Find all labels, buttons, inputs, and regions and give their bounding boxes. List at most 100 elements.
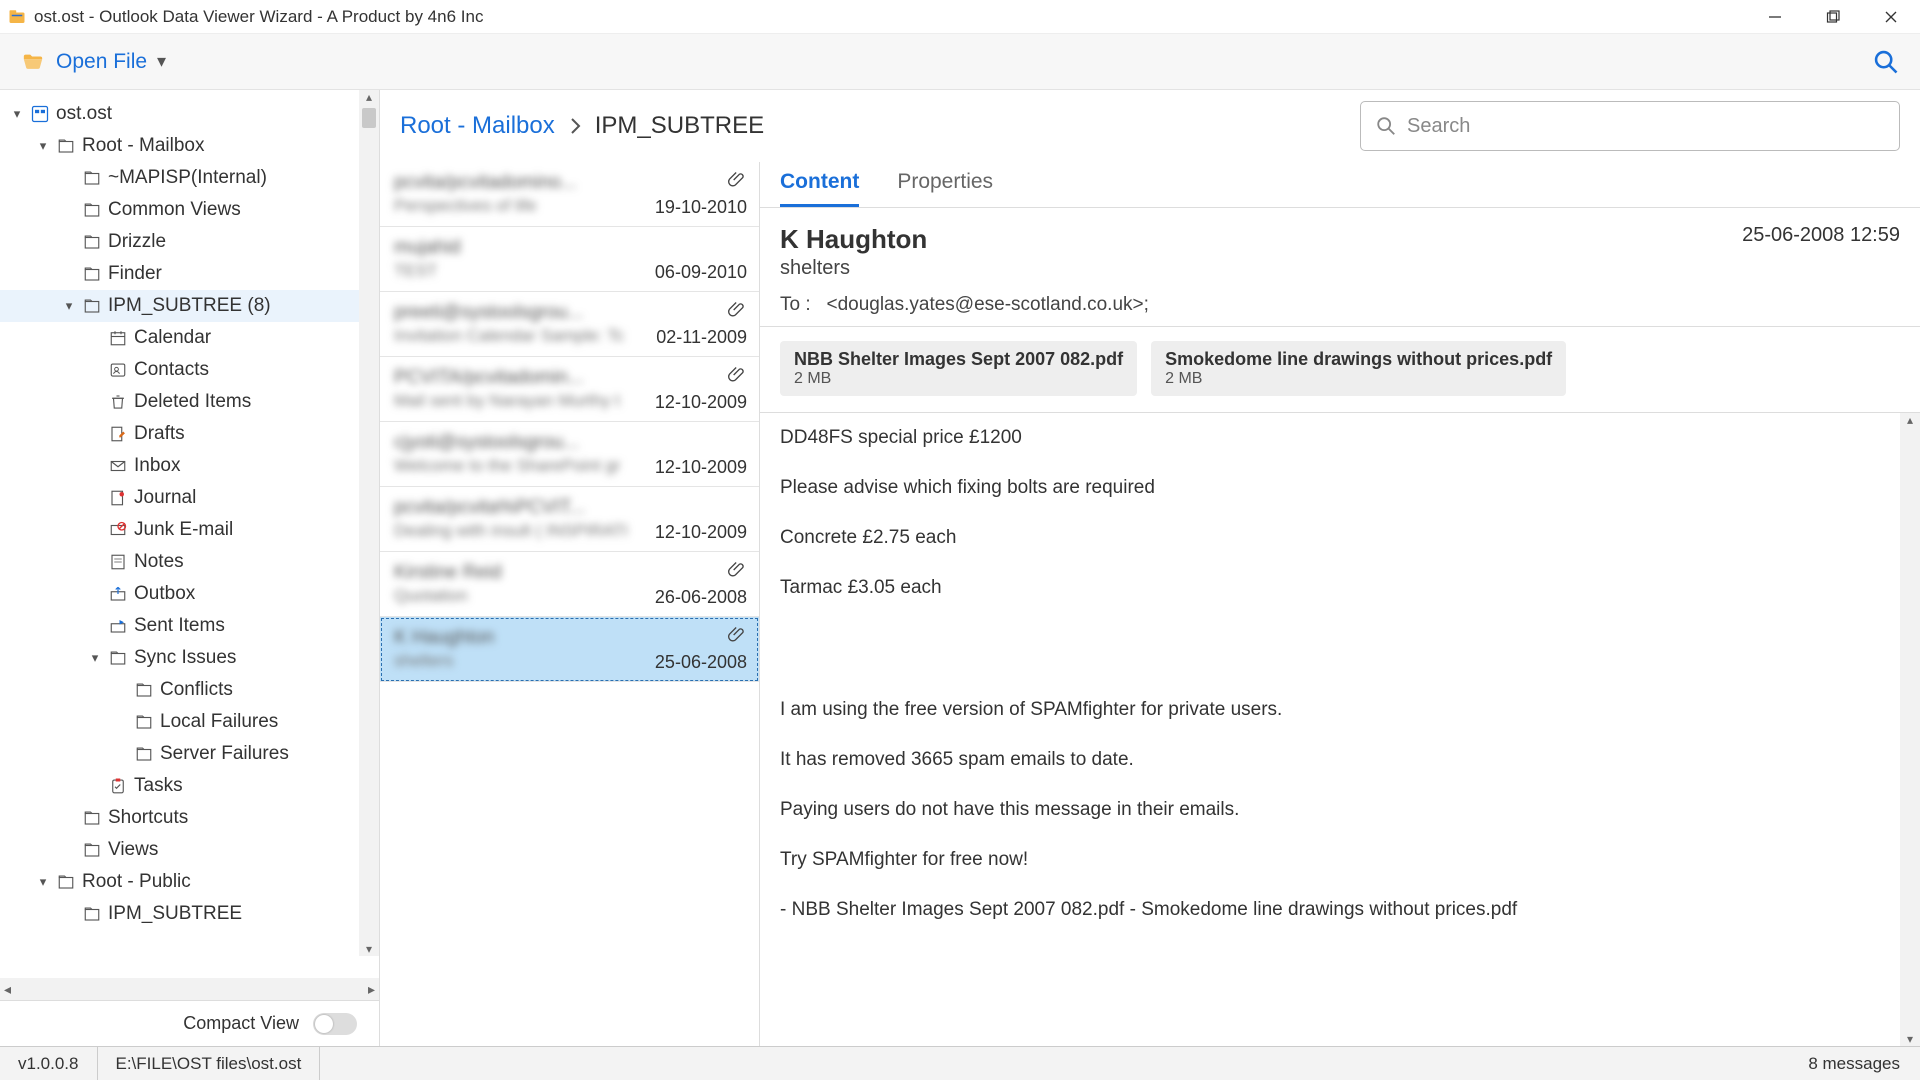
toolbar: Open File ▾ bbox=[0, 34, 1920, 90]
body-line: Try SPAMfighter for free now! bbox=[780, 849, 1900, 871]
tree-server-failures[interactable]: Server Failures bbox=[0, 738, 379, 770]
message-date: 02-11-2009 bbox=[656, 327, 747, 348]
tree-label: Finder bbox=[108, 263, 162, 285]
tree-label: Contacts bbox=[134, 359, 209, 381]
message-date: 12-10-2009 bbox=[655, 457, 747, 478]
tree-shortcuts[interactable]: Shortcuts bbox=[0, 802, 379, 834]
message-item[interactable]: preeti@systoolsgrou...Invitation Calenda… bbox=[380, 292, 759, 357]
disclosure-icon[interactable]: ▾ bbox=[62, 298, 76, 314]
local-failures-icon bbox=[134, 712, 154, 732]
tree-conflicts[interactable]: Conflicts bbox=[0, 674, 379, 706]
chevron-right-icon bbox=[569, 117, 581, 135]
attachment-chip[interactable]: NBB Shelter Images Sept 2007 082.pdf2 MB bbox=[780, 341, 1137, 396]
tree-drizzle[interactable]: Drizzle bbox=[0, 226, 379, 258]
message-from: preeti@systoolsgrou... bbox=[394, 302, 745, 324]
tree-root-public[interactable]: ▾Root - Public bbox=[0, 866, 379, 898]
open-file-label: Open File bbox=[56, 50, 147, 74]
message-item[interactable]: pcvita/pcvita%PCVIT...Dealing with insul… bbox=[380, 487, 759, 552]
search-input[interactable]: Search bbox=[1360, 101, 1900, 151]
message-from: pcvita/pcvita%PCVIT... bbox=[394, 497, 745, 519]
tree-journal[interactable]: Journal bbox=[0, 482, 379, 514]
tab-content[interactable]: Content bbox=[780, 170, 859, 207]
root-mailbox-icon bbox=[56, 136, 76, 156]
tree-label: ost.ost bbox=[56, 103, 112, 125]
message-item[interactable]: K Haughtonshelters25-06-2008 bbox=[380, 617, 759, 682]
attachment-size: 2 MB bbox=[794, 370, 1123, 388]
deleted-items-icon bbox=[108, 392, 128, 412]
compact-view-label: Compact View bbox=[183, 1013, 299, 1034]
tree-calendar[interactable]: Calendar bbox=[0, 322, 379, 354]
message-item[interactable]: Kirstine ReidQuotation26-06-2008 bbox=[380, 552, 759, 617]
tree-label: Sync Issues bbox=[134, 647, 236, 669]
body-line: Paying users do not have this message in… bbox=[780, 799, 1900, 821]
message-date: 19-10-2010 bbox=[655, 197, 747, 218]
message-item[interactable]: mujahidTEST06-09-2010 bbox=[380, 227, 759, 292]
disclosure-icon[interactable]: ▾ bbox=[36, 138, 50, 154]
tree-label: Server Failures bbox=[160, 743, 289, 765]
attachments-row: NBB Shelter Images Sept 2007 082.pdf2 MB… bbox=[760, 327, 1920, 413]
app-icon bbox=[8, 8, 26, 26]
tree-horizontal-scrollbar[interactable]: ◂▸ bbox=[0, 978, 379, 1000]
tree-local-failures[interactable]: Local Failures bbox=[0, 706, 379, 738]
tree-label: Outbox bbox=[134, 583, 195, 605]
inbox-icon bbox=[108, 456, 128, 476]
ost-root-icon bbox=[30, 104, 50, 124]
tree-sent-items[interactable]: Sent Items bbox=[0, 610, 379, 642]
message-date: 25-06-2008 bbox=[655, 652, 747, 673]
message-item[interactable]: pcvita/pcvitadomino...Perspectives of li… bbox=[380, 162, 759, 227]
search-icon[interactable] bbox=[1872, 48, 1900, 76]
tree-label: Shortcuts bbox=[108, 807, 188, 829]
disclosure-icon[interactable]: ▾ bbox=[10, 106, 24, 122]
tree-vertical-scrollbar[interactable]: ▴▾ bbox=[359, 90, 379, 956]
tree-root-mailbox[interactable]: ▾Root - Mailbox bbox=[0, 130, 379, 162]
junk-email-icon bbox=[108, 520, 128, 540]
views-icon bbox=[82, 840, 102, 860]
contacts-icon bbox=[108, 360, 128, 380]
attachment-name: Smokedome line drawings without prices.p… bbox=[1165, 349, 1552, 370]
attachment-chip[interactable]: Smokedome line drawings without prices.p… bbox=[1151, 341, 1566, 396]
folder-tree-panel: ▾ ost.ost ▾Root - Mailbox~MAPISP(Internal)… bbox=[0, 90, 380, 1046]
tree-outbox[interactable]: Outbox bbox=[0, 578, 379, 610]
journal-icon bbox=[108, 488, 128, 508]
close-button[interactable] bbox=[1862, 0, 1920, 34]
tree-notes[interactable]: Notes bbox=[0, 546, 379, 578]
disclosure-icon[interactable]: ▾ bbox=[36, 874, 50, 890]
open-file-button[interactable]: Open File ▾ bbox=[20, 50, 166, 74]
tab-properties[interactable]: Properties bbox=[897, 170, 993, 207]
disclosure-icon[interactable]: ▾ bbox=[88, 650, 102, 666]
message-item[interactable]: cjyoti@systoolsgrou...Welcome to the Sha… bbox=[380, 422, 759, 487]
tree-mapisp[interactable]: ~MAPISP(Internal) bbox=[0, 162, 379, 194]
folder-open-icon bbox=[20, 51, 46, 73]
tree-finder[interactable]: Finder bbox=[0, 258, 379, 290]
breadcrumb-current: IPM_SUBTREE bbox=[595, 112, 764, 140]
tree-ost-root[interactable]: ▾ ost.ost bbox=[0, 98, 379, 130]
tree-junk-email[interactable]: Junk E-mail bbox=[0, 514, 379, 546]
status-path: E:\FILE\OST files\ost.ost bbox=[98, 1047, 321, 1080]
tree-contacts[interactable]: Contacts bbox=[0, 354, 379, 386]
drizzle-icon bbox=[82, 232, 102, 252]
tasks-icon bbox=[108, 776, 128, 796]
minimize-button[interactable] bbox=[1746, 0, 1804, 34]
body-vertical-scrollbar[interactable]: ▴▾ bbox=[1900, 413, 1920, 1046]
tree-label: Notes bbox=[134, 551, 184, 573]
tree-tasks[interactable]: Tasks bbox=[0, 770, 379, 802]
message-from: K Haughton bbox=[394, 627, 745, 649]
tree-ipm-subtree[interactable]: ▾IPM_SUBTREE (8) bbox=[0, 290, 379, 322]
tree-deleted-items[interactable]: Deleted Items bbox=[0, 386, 379, 418]
message-item[interactable]: PCVITA/pcvitadomin...Mail sent by Naraya… bbox=[380, 357, 759, 422]
body-line: It has removed 3665 spam emails to date. bbox=[780, 749, 1900, 771]
to-value: <douglas.yates@ese-scotland.co.uk>; bbox=[826, 294, 1148, 315]
tree-ipm-subtree-2[interactable]: IPM_SUBTREE bbox=[0, 898, 379, 930]
tree-label: Views bbox=[108, 839, 158, 861]
message-from: PCVITA/pcvitadomin... bbox=[394, 367, 745, 389]
tree-sync-issues[interactable]: ▾ Sync Issues bbox=[0, 642, 379, 674]
ipm-subtree-2-icon bbox=[82, 904, 102, 924]
tree-common-views[interactable]: Common Views bbox=[0, 194, 379, 226]
tree-drafts[interactable]: Drafts bbox=[0, 418, 379, 450]
maximize-button[interactable] bbox=[1804, 0, 1862, 34]
common-views-icon bbox=[82, 200, 102, 220]
tree-views[interactable]: Views bbox=[0, 834, 379, 866]
tree-inbox[interactable]: Inbox bbox=[0, 450, 379, 482]
breadcrumb-root[interactable]: Root - Mailbox bbox=[400, 112, 555, 140]
compact-view-toggle[interactable] bbox=[313, 1013, 357, 1035]
